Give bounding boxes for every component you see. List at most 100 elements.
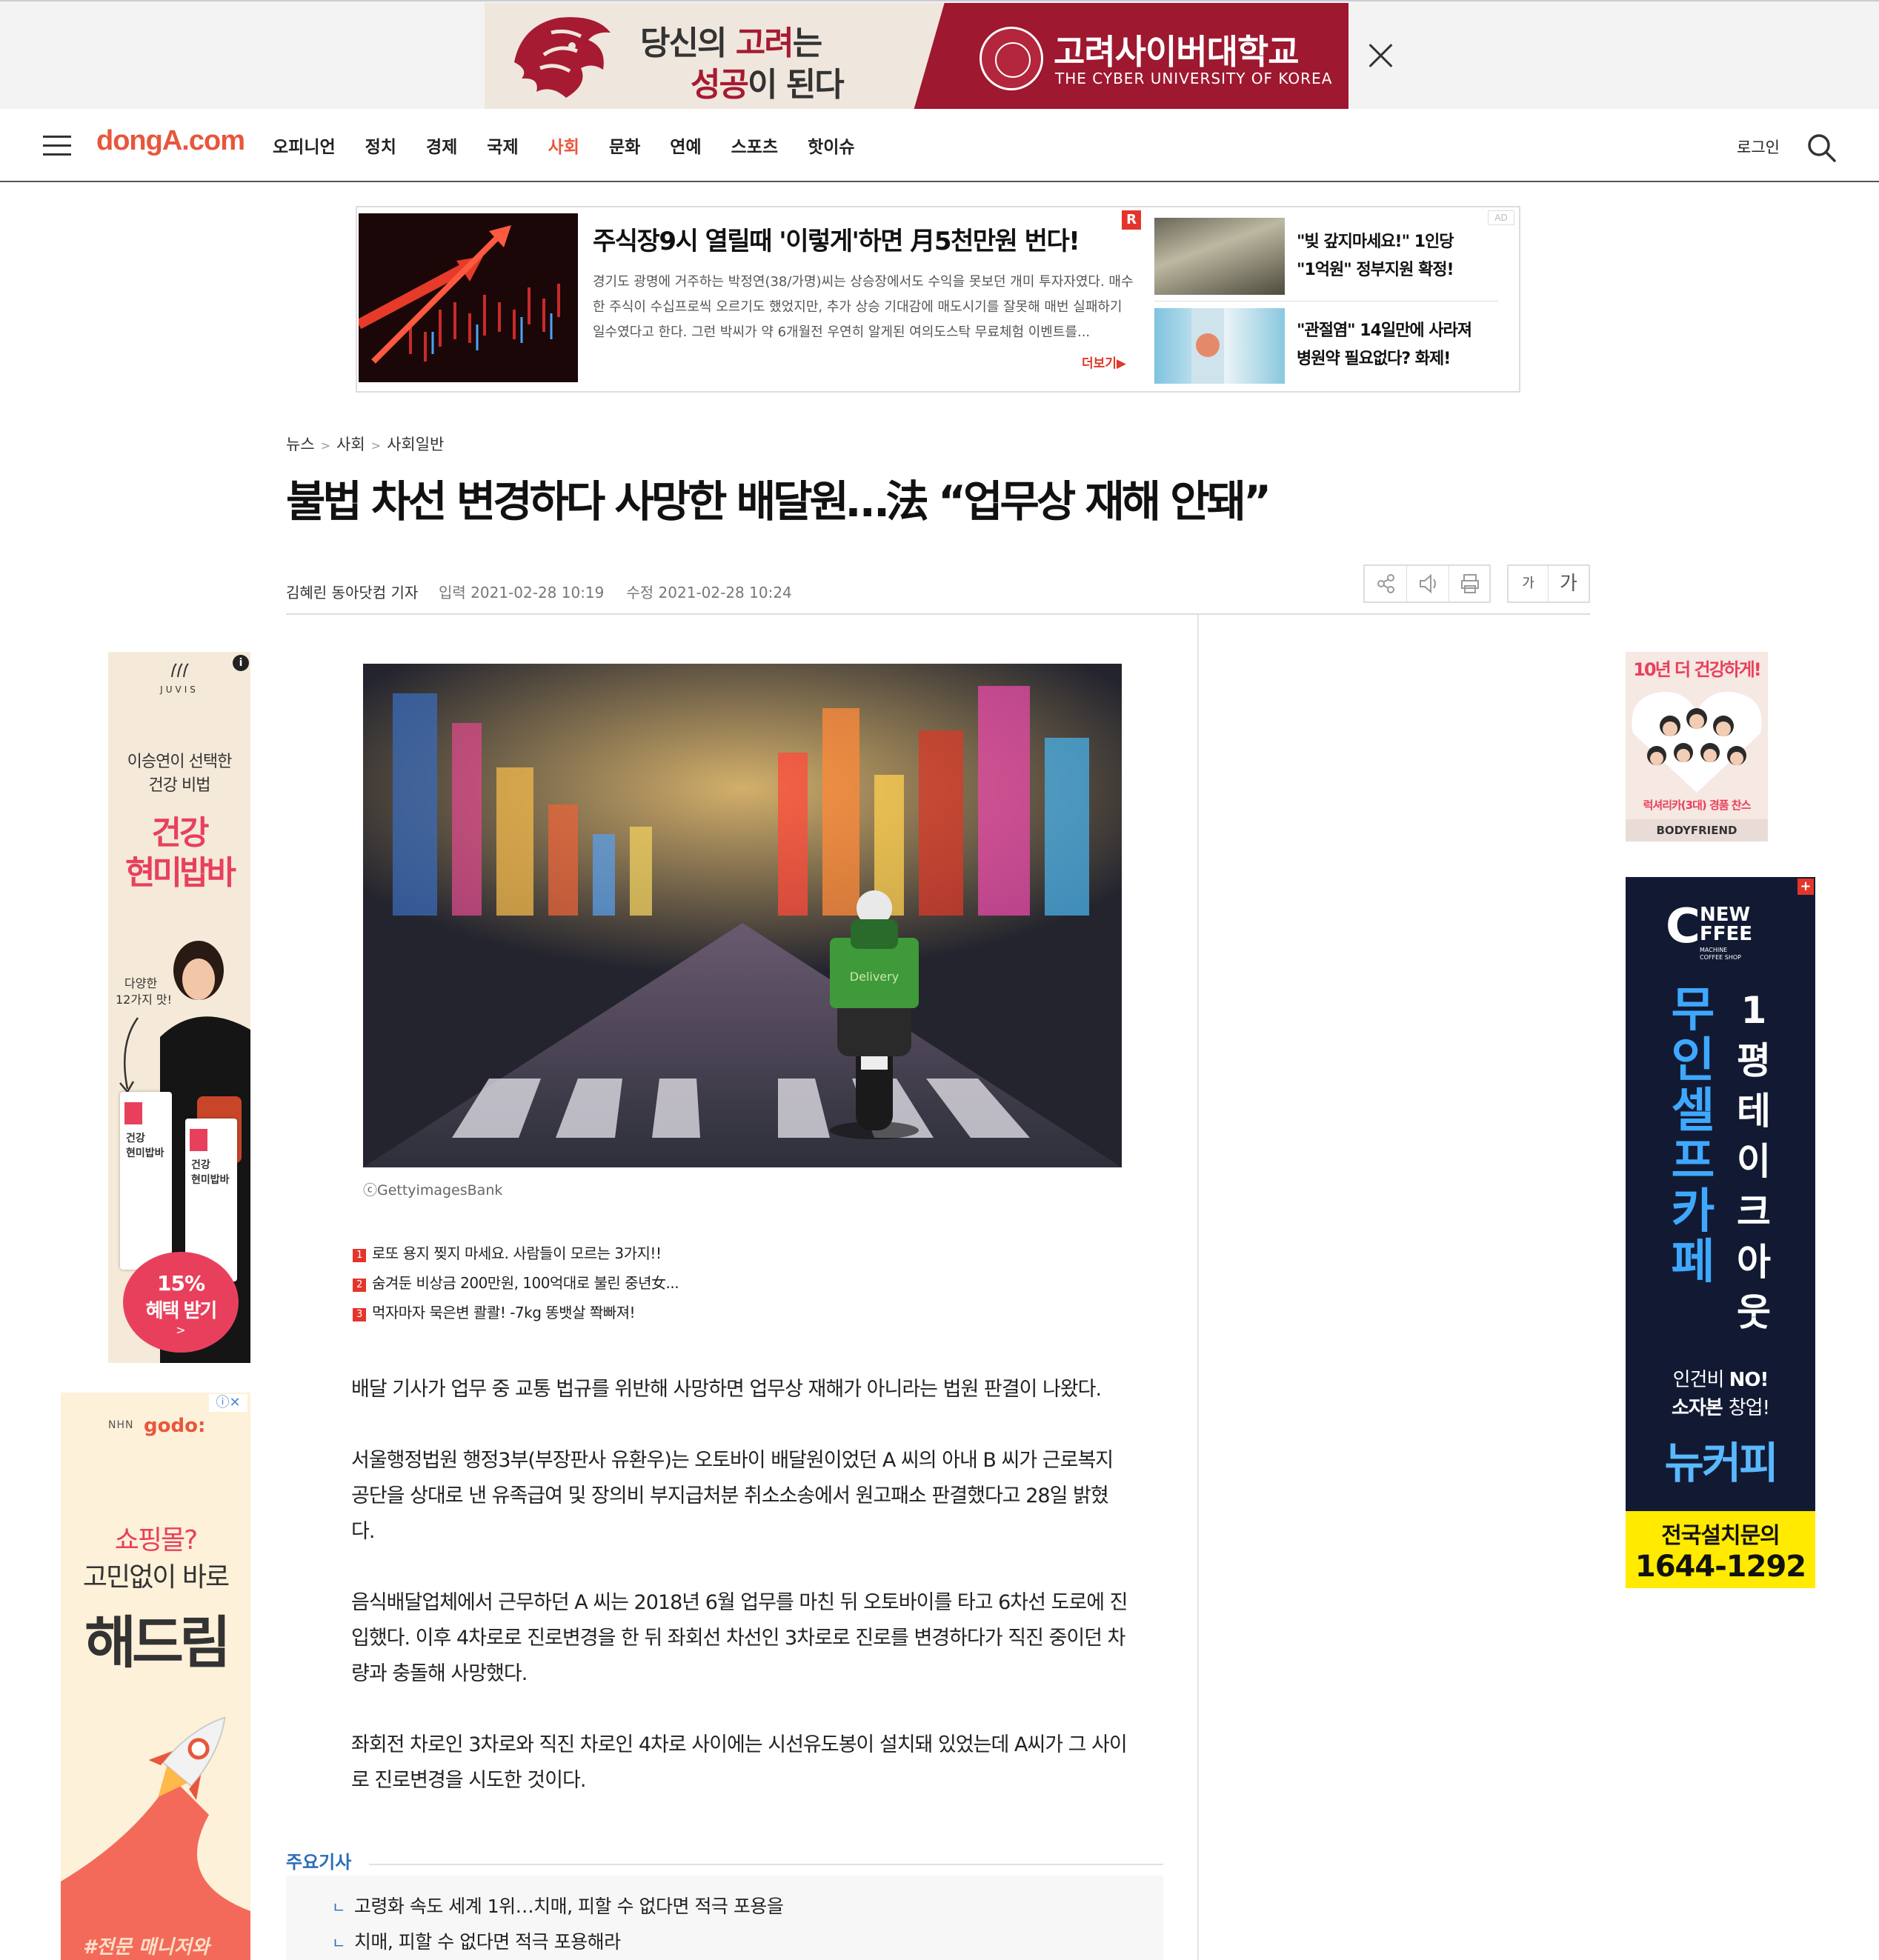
coffee-brand: 뉴커피 xyxy=(1664,1438,1778,1488)
close-icon[interactable] xyxy=(1362,37,1399,74)
top-ad-university-name: 고려사이버대학교 xyxy=(1054,32,1300,72)
article-paragraph: 좌회전 차로인 3차로와 직진 차로인 4차로 사이에는 시선유도봉이 설치돼 … xyxy=(351,1733,1128,1792)
nav-item-society[interactable]: 사회 xyxy=(548,133,579,158)
top-ad-slogan-line2: 성공이 된다 xyxy=(691,66,845,104)
related-link[interactable]: 1 로또 용지 찢지 마세요. 사람들이 모르는 3가지!! xyxy=(353,1241,662,1263)
sponsored-r-badge: R xyxy=(1122,210,1141,230)
juvis-big2: 현미밥바 xyxy=(125,854,236,892)
godo-brand-prefix: NHN xyxy=(108,1419,134,1431)
share-icon[interactable] xyxy=(1365,566,1407,601)
coffee-line1: 인건비 NO! xyxy=(1672,1369,1769,1391)
godo-bottom-text: #전문 매니저와 xyxy=(83,1936,210,1959)
coffee-line2: 소자본 창업! xyxy=(1671,1397,1770,1419)
juvis-logo-icon xyxy=(171,663,189,678)
nav-item-opinion[interactable]: 오피니언 xyxy=(273,133,336,158)
main-article-link[interactable]: ㄴ 치매, 피할 수 없다면 적극 포용해라 xyxy=(332,1927,621,1954)
coffee-column-1: 무인셀프카페 xyxy=(1671,983,1715,1290)
right-ad-bodyfriend[interactable]: 10년 더 건강하게! 럭셔리카(3대) 경품 찬스 BODYFRIEND xyxy=(1626,652,1768,841)
godo-brand: godo: xyxy=(144,1415,206,1437)
left-ad-godo[interactable]: ⓘ✕ NHN godo: 쇼핑몰? 고민없이 바로 해드림 #전문 매니저와 xyxy=(61,1393,250,1960)
breadcrumb-society[interactable]: 사회 xyxy=(336,436,365,453)
nav-item-entertainment[interactable]: 연예 xyxy=(670,133,701,158)
article-dates: 입력 2021-02-28 10:19 수정 2021-02-28 10:24 xyxy=(439,581,814,602)
rocket-icon xyxy=(61,1716,250,1960)
university-seal-icon xyxy=(980,27,1043,90)
font-size-controls: 가 가 xyxy=(1507,564,1590,603)
sponsored-content-box: 주식장9시 열릴때 '이렇게'하면 月5천만원 번다! 경기도 광명에 거주하는… xyxy=(356,206,1520,393)
hamburger-menu-icon[interactable] xyxy=(43,136,71,156)
font-smaller-button[interactable]: 가 xyxy=(1509,566,1549,601)
nav-item-culture[interactable]: 문화 xyxy=(609,133,640,158)
coffee-logo-ffee: FFEE xyxy=(1700,923,1753,945)
sponsored-body: 경기도 광명에 거주하는 박정연(38/가명)씨는 상승장에서도 수익을 못보던… xyxy=(593,274,1134,340)
main-articles-divider xyxy=(369,1864,1163,1865)
bodyfriend-brand: BODYFRIEND xyxy=(1626,819,1768,841)
breadcrumb-society-general[interactable]: 사회일반 xyxy=(387,436,444,453)
photo-credit: ⓒGettyimagesBank xyxy=(363,1182,503,1199)
bodyfriend-headline: 10년 더 건강하게! xyxy=(1633,659,1762,680)
sponsored-knee-thumbnail[interactable] xyxy=(1154,308,1285,384)
nav-item-international[interactable]: 국제 xyxy=(487,133,518,158)
ad-info-icon[interactable]: i xyxy=(233,655,249,671)
article-paragraph: 음식배달업체에서 근무하던 A 씨는 2018년 6월 업무를 마친 뒤 오토바… xyxy=(351,1591,1128,1685)
header-divider xyxy=(286,613,1590,615)
breadcrumb-news[interactable]: 뉴스 xyxy=(286,436,315,453)
nav-item-economy[interactable]: 경제 xyxy=(426,133,457,158)
sponsored-item-2[interactable]: "빚 갚지마세요!" 1인당 "1억원" 정부지원 확정! xyxy=(1297,228,1454,284)
juvis-brand: JUVIS xyxy=(160,684,199,695)
main-articles-heading: 주요기사 xyxy=(286,1852,352,1873)
font-larger-button[interactable]: 가 xyxy=(1549,566,1589,601)
search-icon[interactable] xyxy=(1805,131,1838,164)
group-photo xyxy=(1632,691,1762,793)
ad-plus-icon[interactable]: + xyxy=(1797,879,1814,895)
article-byline[interactable]: 김혜린 동아닷컴 기자 xyxy=(286,581,418,602)
bodyfriend-promo: 럭셔리카(3대) 경품 찬스 xyxy=(1643,799,1752,812)
coffee-column-2: 1평테이크아웃 xyxy=(1737,989,1771,1334)
article-photo[interactable]: Delivery xyxy=(363,664,1122,1167)
juvis-benefit-button[interactable]: 15% 혜택 받기 > xyxy=(123,1252,239,1353)
article-tools xyxy=(1363,564,1491,603)
main-nav: dongA.com 오피니언 정치 경제 국제 사회 문화 연예 스포츠 핫이슈… xyxy=(0,109,1879,182)
breadcrumb: 뉴스 > 사회 > 사회일반 xyxy=(286,436,445,453)
related-link[interactable]: 3 먹자마자 묵은변 콸콸! -7kg 똥뱃살 쫙빠져! xyxy=(353,1301,636,1322)
site-logo[interactable]: dongA.com xyxy=(96,125,245,157)
article-paragraph: 서울행정법원 행정3부(부장판사 유환우)는 오토바이 배달원이었던 A 씨의 … xyxy=(351,1449,1114,1543)
article-paragraph: 배달 기사가 업무 중 교통 법규를 위반해 사망하면 업무상 재해가 아니라는… xyxy=(351,1378,1102,1401)
delivery-box-label: Delivery xyxy=(850,970,899,984)
product-pack: 건강 현미밥바 xyxy=(120,1092,172,1270)
stock-chart-image[interactable] xyxy=(359,213,578,382)
nav-item-politics[interactable]: 정치 xyxy=(365,133,396,158)
coffee-logo-c: C xyxy=(1666,899,1700,954)
left-ad-juvis[interactable]: i JUVIS 이승연이 선택한 건강 비법 건강 현미밥바 다양한 12가지 … xyxy=(108,652,250,1363)
coffee-contact-box[interactable]: 전국설치문의 1644-1292 xyxy=(1626,1511,1815,1588)
sponsored-money-thumbnail[interactable] xyxy=(1154,218,1285,295)
nav-item-sports[interactable]: 스포츠 xyxy=(731,133,778,158)
login-link[interactable]: 로그인 xyxy=(1737,136,1780,158)
nav-item-hot-issue[interactable]: 핫이슈 xyxy=(808,133,854,158)
right-ad-new-coffee[interactable]: + C NEW FFEE MACHINE COFFEE SHOP 무인셀프카페 … xyxy=(1626,877,1815,1588)
ad-info-close-icon[interactable]: ⓘ✕ xyxy=(209,1394,247,1412)
top-ad-cyber-university[interactable]: 당신의 고려는 성공이 된다 고려사이버대학교 THE CYBER UNIVER… xyxy=(485,3,1348,110)
top-ad-right: 고려사이버대학교 THE CYBER UNIVERSITY OF KOREA xyxy=(959,3,1348,110)
published-date: 입력 2021-02-28 10:19 xyxy=(439,584,605,601)
speaker-icon[interactable] xyxy=(1407,566,1449,601)
column-divider xyxy=(1197,615,1199,1960)
modified-date: 수정 2021-02-28 10:24 xyxy=(626,584,792,601)
arrow-icon xyxy=(119,1017,139,1094)
main-article-link[interactable]: ㄴ 고령화 속도 세계 1위…치매, 피할 수 없다면 적극 포용을 xyxy=(332,1892,784,1919)
related-link[interactable]: 2 숨겨둔 비상금 200만원, 100억대로 불린 중년女... xyxy=(353,1271,679,1293)
godo-line2: 고민없이 바로 xyxy=(82,1562,230,1593)
juvis-line1: 이승연이 선택한 xyxy=(127,753,233,771)
top-ad-left: 당신의 고려는 성공이 된다 xyxy=(485,3,959,110)
sponsored-item-3[interactable]: "관절염" 14일만에 사라져 병원약 필요없다? 화제! xyxy=(1297,317,1472,373)
sponsored-title[interactable]: 주식장9시 열릴때 '이렇게'하면 月5천만원 번다! xyxy=(593,221,1080,257)
sponsored-more-link[interactable]: 더보기▶ xyxy=(1082,353,1126,371)
top-ad-university-english: THE CYBER UNIVERSITY OF KOREA xyxy=(1055,70,1333,87)
ad-badge: AD xyxy=(1488,210,1514,225)
article-headline: 불법 차선 변경하다 사망한 배달원…法 “업무상 재해 안돼” xyxy=(286,476,1271,527)
print-icon[interactable] xyxy=(1449,566,1491,601)
godo-line1: 쇼핑몰? xyxy=(114,1525,198,1556)
top-banner: 당신의 고려는 성공이 된다 고려사이버대학교 THE CYBER UNIVER… xyxy=(0,0,1879,110)
tiger-icon xyxy=(514,17,611,98)
nav-menu: 오피니언 정치 경제 국제 사회 문화 연예 스포츠 핫이슈 xyxy=(273,133,885,158)
